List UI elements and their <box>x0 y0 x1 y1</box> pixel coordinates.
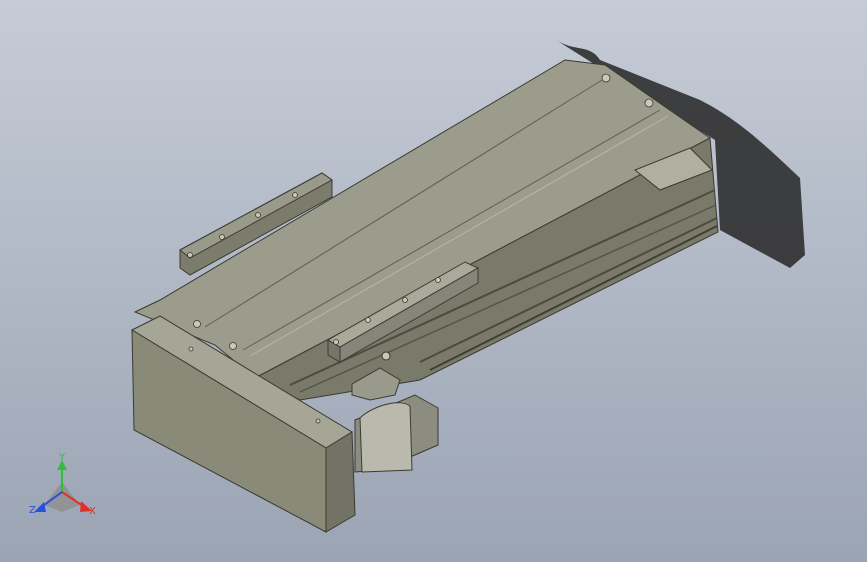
graphics-viewport[interactable]: Y Z X <box>0 0 867 562</box>
motor-cylinder <box>359 402 413 473</box>
limit-switch-knob <box>381 351 391 361</box>
orientation-triad <box>34 460 92 512</box>
triad-z-label: Z <box>29 505 36 516</box>
triad-x-label: X <box>89 506 96 517</box>
linear-module-model[interactable] <box>0 0 867 562</box>
motor-housing-end <box>325 431 356 533</box>
triad-y-label: Y <box>59 452 66 463</box>
